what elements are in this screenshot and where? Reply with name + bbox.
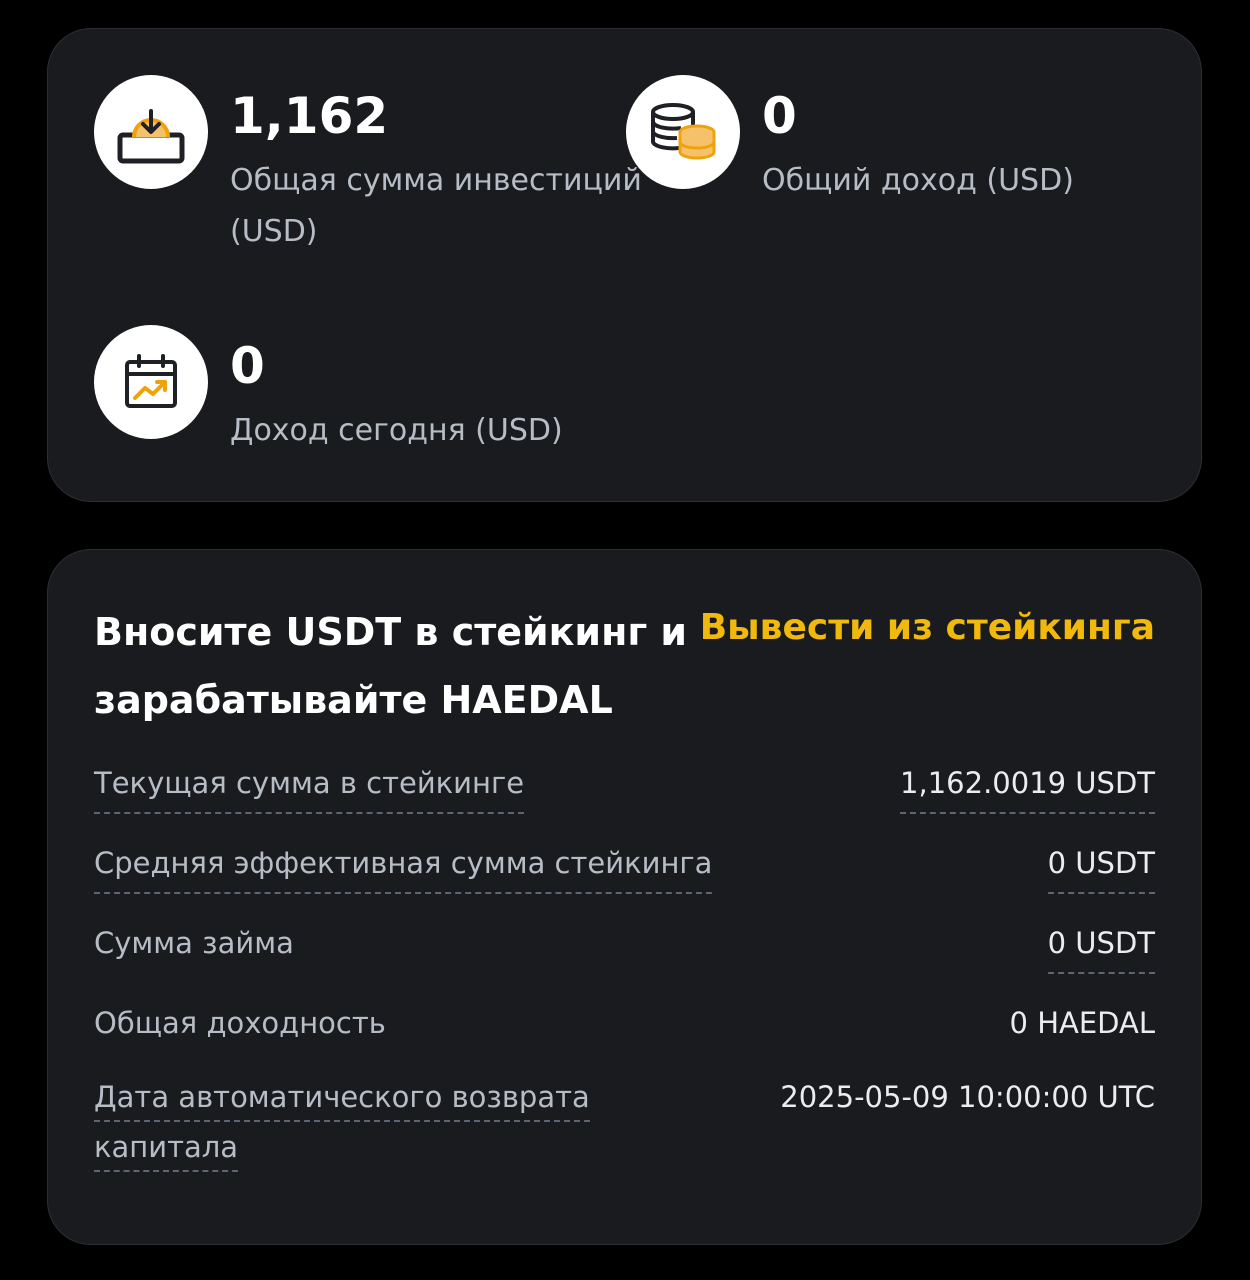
loan-value[interactable]: 0 USDT	[1047, 918, 1155, 974]
current-staked-label[interactable]: Текущая сумма в стейкинге	[94, 758, 525, 814]
average-effective-value[interactable]: 0 USDT	[1047, 838, 1155, 894]
staking-title: Вносите USDT в стейкинг и зарабатывайте …	[94, 610, 688, 722]
total-income-value: 0	[762, 87, 797, 145]
total-income-label: Общий доход (USD)	[762, 163, 1074, 198]
average-effective-label[interactable]: Средняя эффективная сумма стейкинга	[94, 838, 713, 894]
auto-return-date-value: 2025-05-09 10:00:00 UTC	[780, 1080, 1155, 1114]
current-staked-value[interactable]: 1,162.0019 USDT	[900, 758, 1155, 814]
loan-label: Сумма займа	[94, 926, 294, 960]
summary-card: 1,162 Общая сумма инвестиций (USD) 0 Общ…	[47, 28, 1202, 502]
total-yield-value: 0 HAEDAL	[1009, 1006, 1155, 1040]
today-income-label: Доход сегодня (USD)	[230, 413, 563, 448]
total-investment-value: 1,162	[230, 87, 389, 145]
auto-return-date-label[interactable]: Дата автоматического возврата капитала	[94, 1072, 614, 1172]
coins-stack-icon	[626, 75, 740, 189]
total-investment-label: Общая сумма инвестиций (USD)	[230, 163, 642, 249]
today-income-value: 0	[230, 337, 265, 395]
calendar-chart-icon	[94, 325, 208, 439]
total-yield-label: Общая доходность	[94, 1006, 386, 1040]
unstake-button[interactable]: Вывести из стейкинга	[700, 602, 1155, 654]
staking-card: Вносите USDT в стейкинг и зарабатывайте …	[47, 549, 1202, 1245]
download-tray-icon	[94, 75, 208, 189]
